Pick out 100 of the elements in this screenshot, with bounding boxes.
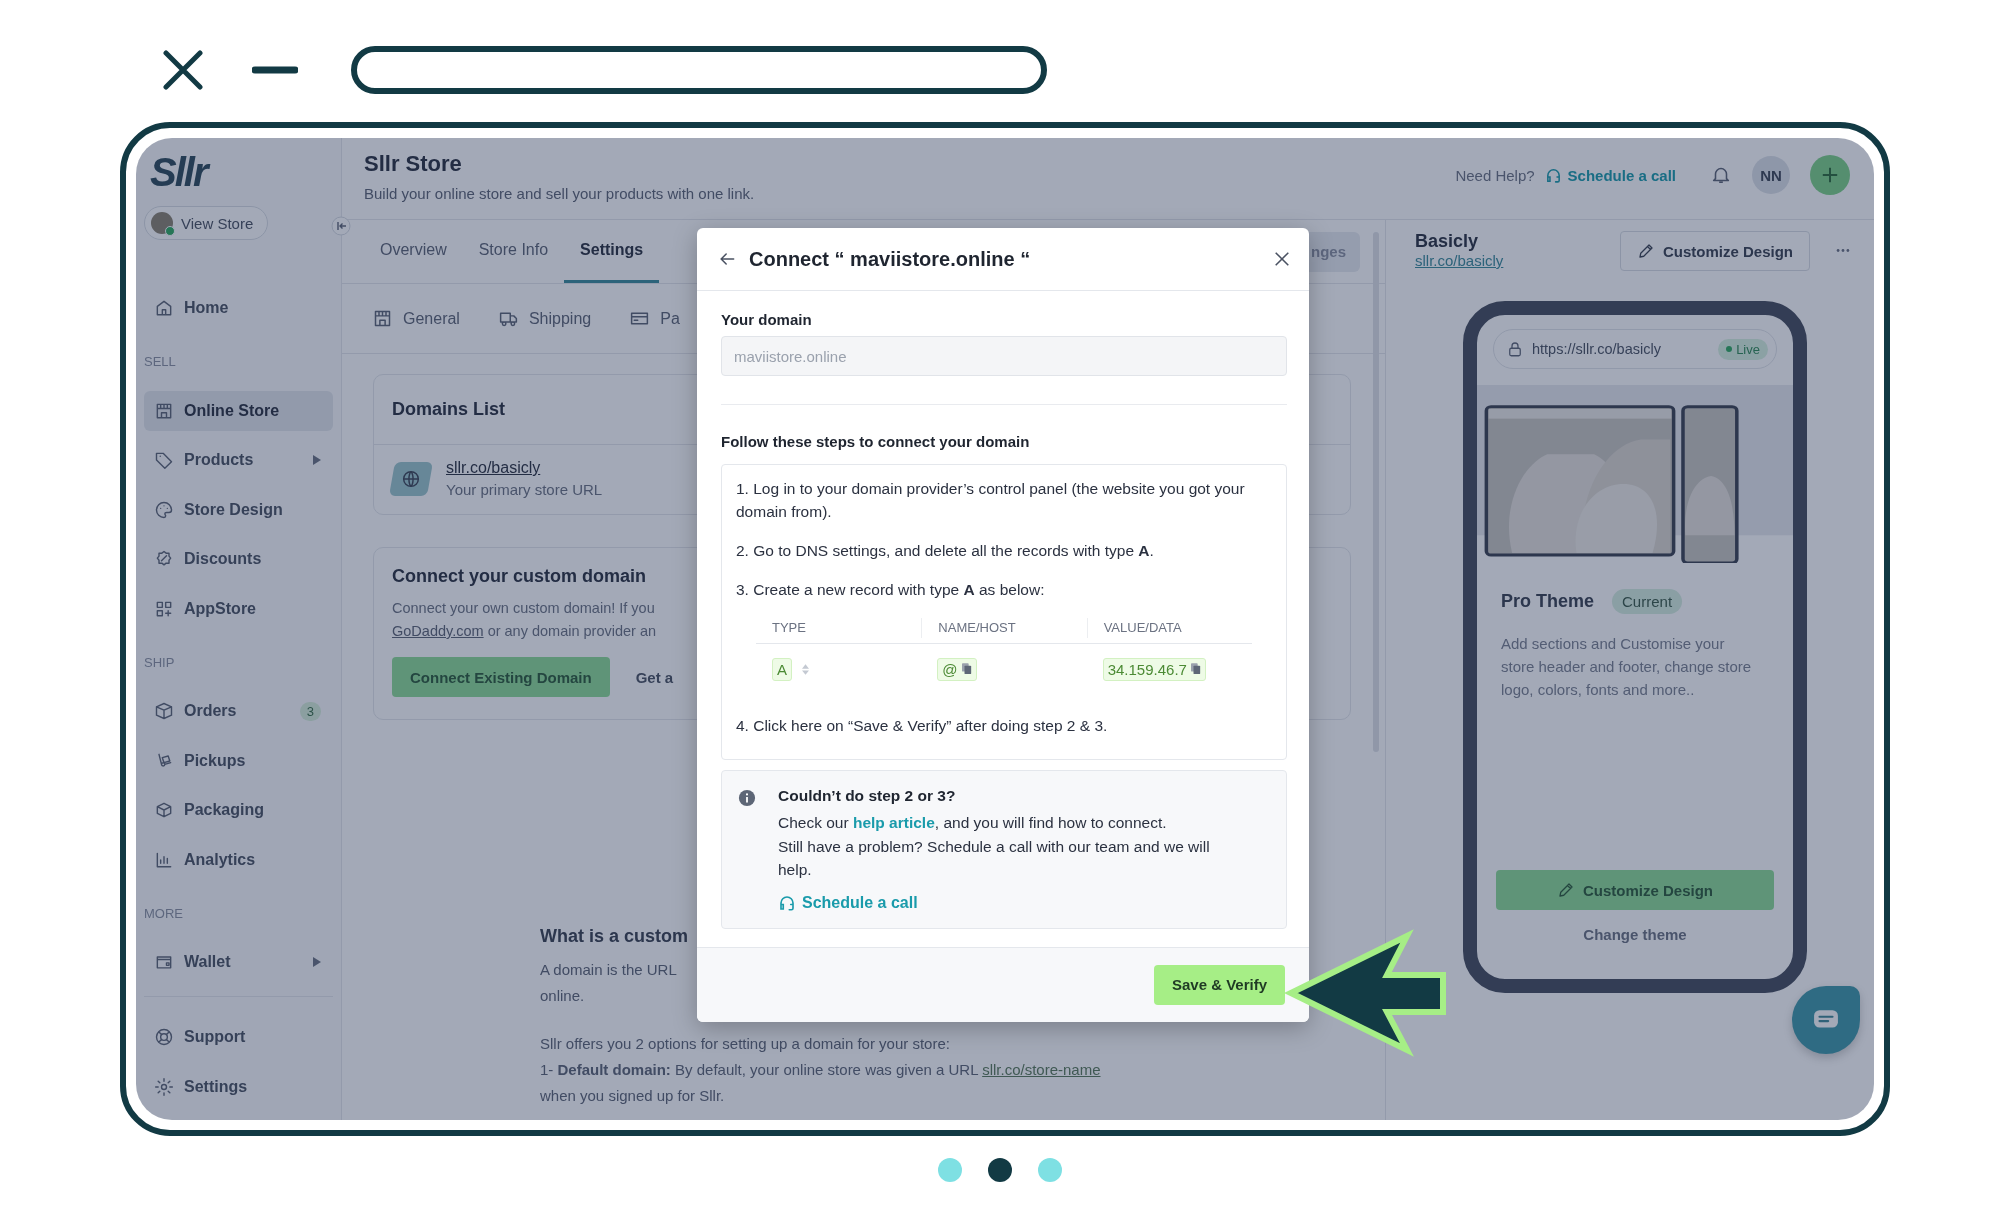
sidebar-item[interactable]: Packaging (144, 790, 333, 830)
chat-button[interactable] (1792, 986, 1860, 1054)
section-heading: MORE (144, 905, 183, 921)
column-header: VALUE/DATA (1086, 618, 1252, 638)
godaddy-link[interactable]: GoDaddy.com (392, 620, 484, 643)
sidebar-item[interactable]: Online Store (144, 390, 333, 431)
sidebar-item[interactable]: Discounts (144, 539, 333, 579)
count-badge: 3 (299, 701, 321, 721)
theme-name: Pro Theme (1501, 591, 1595, 612)
headset-icon (778, 893, 796, 912)
help-title: Couldn’t do step 2 or 3? (778, 787, 956, 805)
sidebar-item[interactable]: Products (144, 440, 333, 480)
subtab[interactable]: Shipping (497, 308, 592, 329)
carousel-dot[interactable] (938, 1158, 962, 1182)
step-text: 2. Go to DNS settings, and delete all the records with type A. (736, 541, 1155, 561)
address-field[interactable] (351, 46, 1047, 94)
info-text: online. (540, 986, 585, 1006)
online-dot (165, 226, 175, 236)
close-icon[interactable] (1273, 250, 1291, 268)
storefront-icon (372, 308, 393, 329)
schedule-call-link[interactable]: Schedule a call (778, 893, 918, 912)
record-type-chip: A (772, 657, 792, 681)
tab[interactable]: Settings (564, 220, 660, 283)
user-avatar[interactable]: NN (1752, 156, 1790, 194)
sidebar-item[interactable]: Pickups (144, 740, 333, 781)
sidebar-item[interactable]: Settings (144, 1066, 333, 1107)
step-text: 4. Click here on “Save & Verify” after doing step 2 & 3. (736, 716, 1109, 736)
card-title: Domains List (392, 399, 506, 420)
pencil-icon (1557, 881, 1575, 899)
host-chip: @ (937, 657, 977, 681)
collapse-icon[interactable] (331, 216, 351, 236)
more-icon[interactable] (1836, 248, 1850, 253)
lock-icon (1506, 340, 1524, 358)
caret-icon (313, 455, 321, 465)
schedule-call-link[interactable]: Schedule a call (1544, 166, 1676, 184)
preview-url: https://sllr.co/basicly (1532, 341, 1662, 357)
add-button[interactable] (1810, 155, 1850, 195)
lifebuoy-icon (154, 1027, 174, 1047)
steps-heading: Follow these steps to connect your domain (721, 433, 1031, 450)
tab[interactable]: Overview (364, 220, 463, 283)
column-header: TYPE (771, 619, 807, 637)
tag-icon (154, 450, 174, 470)
store-name-link[interactable]: sllr.co/store-name (982, 1057, 1101, 1083)
page-title: Sllr Store (364, 151, 463, 177)
plus-icon (1821, 166, 1839, 184)
sidebar-item[interactable]: Orders 3 (144, 691, 333, 731)
save-verify-button[interactable]: Save & Verify (1153, 964, 1285, 1005)
status-dot (1726, 346, 1733, 352)
info-text: 1- Default domain: By default, your online store was given a URL sllr.co/store-name (540, 1057, 1101, 1083)
sidebar-item[interactable]: AppStore (144, 588, 333, 629)
get-domain-button[interactable]: Get a (635, 668, 674, 686)
customize-design-button[interactable]: Customize Design (1496, 870, 1774, 910)
field-label: Your domain (721, 311, 813, 328)
view-store-button[interactable]: View Store (144, 206, 269, 240)
pencil-icon (1636, 242, 1655, 260)
carousel-dot[interactable] (988, 1158, 1012, 1182)
change-theme-button[interactable]: Change theme (1583, 926, 1687, 943)
palette-icon (154, 499, 174, 520)
sidebar-item[interactable]: Store Design (144, 489, 333, 530)
info-text: Sllr offers you 2 options for setting up a domain for your store: (540, 1034, 950, 1054)
info-icon (738, 789, 756, 807)
headset-icon (1544, 166, 1562, 184)
subtab[interactable]: General (372, 308, 460, 329)
copy-icon[interactable] (961, 663, 972, 675)
section-heading: SELL (144, 354, 176, 369)
connect-domain-button[interactable]: Connect Existing Domain (392, 657, 610, 697)
domain-link[interactable]: sllr.co/basicly (446, 459, 541, 477)
sidebar-item[interactable]: Analytics (144, 839, 333, 880)
step-text: 1. Log in to your domain provider’s control panel (the website you got your domain from). (736, 479, 1246, 522)
subtab[interactable]: Pa (629, 308, 680, 329)
arrow-icon (1285, 928, 1447, 1058)
sidebar-item[interactable]: Support (144, 1017, 333, 1057)
column-header: NAME/HOST (921, 618, 1087, 638)
info-text: A domain is the URL (540, 960, 677, 980)
dialog-title: Connect “ maviistore.online “ (749, 247, 1032, 271)
card-title: Connect your custom domain (392, 566, 647, 587)
step-text: 3. Create a new record with type A as below: (736, 580, 1046, 600)
page-subtitle: Build your online store and sell your products with one link. (364, 185, 755, 202)
help-label: Need Help? (1455, 166, 1535, 184)
info-heading: What is a custom (540, 926, 689, 947)
copy-icon[interactable] (1190, 663, 1201, 675)
tab[interactable]: Store Info (462, 220, 565, 283)
theme-description: Add sections and Customise your store header and footer, change store logo, colors, fonts and more.. (1501, 634, 1753, 700)
box-icon (154, 701, 174, 721)
status-badge: Live (1718, 338, 1768, 360)
logo[interactable]: Sllr (150, 150, 207, 194)
current-badge: Current (1612, 589, 1683, 614)
domain-caption: Your primary store URL (446, 481, 603, 498)
store-link[interactable]: sllr.co/basicly (1415, 252, 1504, 269)
card-text: Connect your own custom domain! If you (392, 599, 655, 618)
help-text: Check our help article, and you will find how to connect. (778, 813, 1167, 833)
help-article-link[interactable]: help article (852, 814, 935, 831)
minimize-icon[interactable] (252, 65, 298, 75)
carousel-dot[interactable] (1038, 1158, 1062, 1182)
sidebar-item[interactable]: Home (144, 288, 333, 328)
help-text: Still have a problem? Schedule a call with our team and we will help. (778, 836, 1211, 880)
globe-icon (389, 461, 433, 496)
customize-design-button[interactable]: Customize Design (1619, 231, 1810, 271)
sidebar-item[interactable]: Wallet (144, 942, 333, 982)
close-icon[interactable] (163, 50, 203, 90)
